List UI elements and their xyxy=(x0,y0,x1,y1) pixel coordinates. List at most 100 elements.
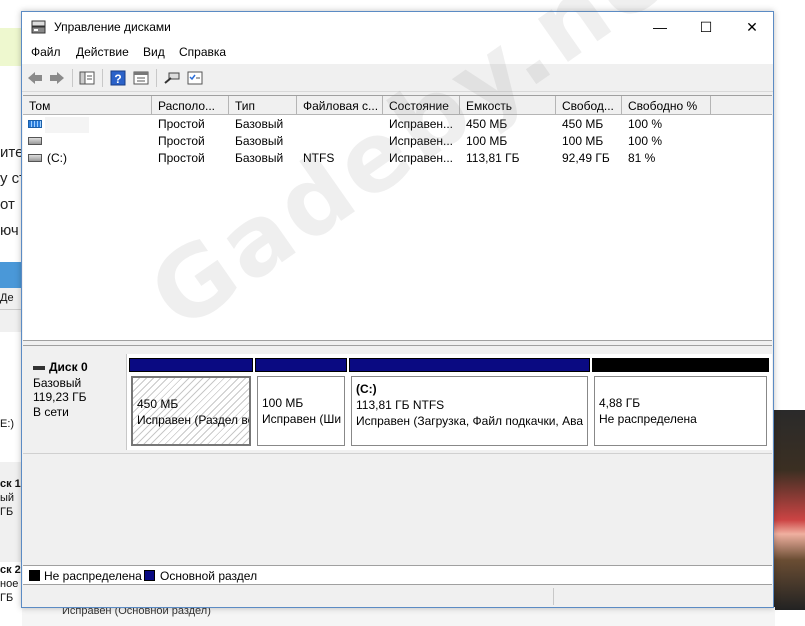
partition-bar xyxy=(592,358,769,372)
partition-block[interactable]: 100 МБ Исправен (Ши xyxy=(255,358,347,448)
partition-body: 4,88 ГБ Не распределена xyxy=(594,376,767,446)
partition-body: 100 МБ Исправен (Ши xyxy=(257,376,345,446)
cell-capacity: 450 МБ xyxy=(466,117,508,131)
close-button[interactable]: ✕ xyxy=(729,12,775,42)
volume-icon xyxy=(28,154,42,162)
disk-info-panel[interactable]: Диск 0 Базовый 119,23 ГБ В сети xyxy=(27,354,127,450)
disk-icon xyxy=(33,365,45,370)
cell-status: Исправен... xyxy=(389,117,454,131)
partition-body: (C:) 113,81 ГБ NTFS Исправен (Загрузка, … xyxy=(351,376,588,446)
column-header-status[interactable]: Состояние xyxy=(383,96,460,115)
cell-volume-name xyxy=(45,117,89,133)
properties-icon[interactable] xyxy=(132,69,150,87)
partition-status: Исправен (Ши xyxy=(262,412,342,426)
column-header-filler xyxy=(711,96,772,115)
column-header-type[interactable]: Тип xyxy=(229,96,297,115)
background-text: ск 1 xyxy=(0,478,21,490)
menu-file[interactable]: Файл xyxy=(31,45,61,59)
partition-bar xyxy=(255,358,347,372)
partition-size: 113,81 ГБ NTFS xyxy=(356,398,445,412)
partition-label: (C:) xyxy=(356,382,377,396)
help-icon[interactable]: ? xyxy=(109,69,127,87)
disk-name: Диск 0 xyxy=(33,360,88,374)
partition-body: 450 МБ Исправен (Раздел во xyxy=(131,376,251,446)
legend-label-unallocated: Не распределена xyxy=(44,569,142,583)
menu-help[interactable]: Справка xyxy=(179,45,226,59)
cell-layout: Простой xyxy=(158,151,205,165)
partition-block[interactable]: 4,88 ГБ Не распределена xyxy=(592,358,769,448)
volume-icon xyxy=(28,137,42,145)
cell-status: Исправен... xyxy=(389,151,454,165)
status-bar xyxy=(23,586,772,607)
cell-free-space: 100 МБ xyxy=(562,134,604,148)
cell-free-space: 92,49 ГБ xyxy=(562,151,610,165)
volume-striped-icon xyxy=(28,120,42,128)
background-strip xyxy=(0,310,22,332)
disk-management-window: Управление дисками — ☐ ✕ Файл Действие В… xyxy=(21,11,774,608)
background-text: от xyxy=(0,196,15,213)
partition-size: 450 МБ xyxy=(137,397,179,411)
cell-type: Базовый xyxy=(235,117,284,131)
partition-block[interactable]: (C:) 113,81 ГБ NTFS Исправен (Загрузка, … xyxy=(349,358,590,448)
console-tree-icon[interactable] xyxy=(78,69,96,87)
background-highlight xyxy=(0,28,22,66)
disk-state: В сети xyxy=(33,405,69,419)
partition-status: Не распределена xyxy=(599,412,697,426)
column-header-layout[interactable]: Располо... xyxy=(152,96,229,115)
title-bar[interactable]: Управление дисками — ☐ ✕ xyxy=(22,12,773,42)
legend-swatch-unallocated xyxy=(29,570,40,581)
legend-swatch-primary xyxy=(144,570,155,581)
partition-size: 100 МБ xyxy=(262,396,304,410)
cell-free-space: 450 МБ xyxy=(562,117,604,131)
rescan-icon[interactable] xyxy=(163,69,181,87)
background-text: юч xyxy=(0,222,19,239)
background-text: ите xyxy=(0,144,22,161)
minimize-button[interactable]: — xyxy=(637,12,683,42)
status-separator xyxy=(553,588,554,605)
maximize-icon: ☐ xyxy=(699,19,713,35)
background-window-left: ите у ст от юч Де Е:) ск 1 ый ГБ ск 2 но… xyxy=(0,0,22,626)
toolbar-separator xyxy=(72,69,73,87)
back-arrow-icon[interactable] xyxy=(26,69,44,87)
background-text: ГБ xyxy=(0,592,14,604)
close-icon: ✕ xyxy=(746,19,758,35)
checklist-icon[interactable] xyxy=(186,69,204,87)
cell-free-percent: 100 % xyxy=(628,117,663,131)
cell-capacity: 100 МБ xyxy=(466,134,508,148)
legend: Не распределена Основной раздел xyxy=(23,565,772,585)
cell-type: Базовый xyxy=(235,134,284,148)
background-text: ное xyxy=(0,578,19,590)
window-title: Управление дисками xyxy=(54,20,171,34)
menu-bar: Файл Действие Вид Справка xyxy=(22,42,773,64)
background-text: у ст xyxy=(0,170,22,187)
volume-list[interactable]: Том Располо... Тип Файловая с... Состоян… xyxy=(23,95,772,340)
background-text: Де xyxy=(0,292,14,304)
toolbar-separator xyxy=(156,69,157,87)
cell-type: Базовый xyxy=(235,151,284,165)
partition-bar xyxy=(129,358,253,372)
background-text: ГБ xyxy=(0,506,14,518)
toolbar: ? xyxy=(22,64,773,92)
background-text: ск 2 xyxy=(0,564,21,576)
partition-status: Исправен (Раздел во xyxy=(137,413,251,427)
cell-status: Исправен... xyxy=(389,134,454,148)
column-header-free-percent[interactable]: Свободно % xyxy=(622,96,711,115)
cell-free-percent: 100 % xyxy=(628,134,663,148)
disk-view-empty-area xyxy=(23,453,772,565)
cell-layout: Простой xyxy=(158,117,205,131)
column-header-filesystem[interactable]: Файловая с... xyxy=(297,96,383,115)
column-header-free-space[interactable]: Свобод... xyxy=(556,96,622,115)
forward-arrow-icon[interactable] xyxy=(48,69,66,87)
partition-block[interactable]: 450 МБ Исправен (Раздел во xyxy=(129,358,253,448)
disk-size: 119,23 ГБ xyxy=(33,390,87,404)
maximize-button[interactable]: ☐ xyxy=(683,12,729,42)
partition-status: Исправен (Загрузка, Файл подкачки, Ава xyxy=(356,414,583,428)
cell-layout: Простой xyxy=(158,134,205,148)
column-header-volume[interactable]: Том xyxy=(23,96,152,115)
cell-capacity: 113,81 ГБ xyxy=(466,151,520,165)
menu-action[interactable]: Действие xyxy=(76,45,129,59)
disk-type: Базовый xyxy=(33,376,82,390)
column-header-capacity[interactable]: Емкость xyxy=(460,96,556,115)
menu-view[interactable]: Вид xyxy=(143,45,165,59)
disk-management-icon xyxy=(31,20,46,34)
